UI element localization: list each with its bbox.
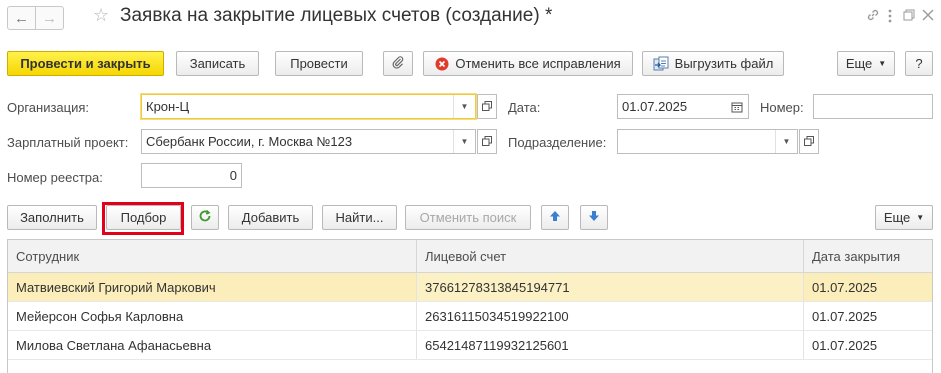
kebab-menu-icon[interactable]	[887, 8, 893, 28]
cell-employee: Мейерсон Софья Карловна	[8, 302, 417, 330]
dropdown-arrow-icon: ▼	[878, 59, 887, 68]
date-field[interactable]: 01.07.2025	[617, 94, 749, 119]
cell-account: 65421487119932125601	[417, 331, 804, 359]
department-label: Подразделение:	[508, 135, 607, 150]
restore-window-icon[interactable]	[903, 8, 915, 25]
open-department-button[interactable]	[799, 129, 819, 154]
table-row[interactable]: Милова Светлана Афанасьевна 654214871199…	[8, 331, 932, 360]
registry-number-field[interactable]: 0	[141, 163, 242, 188]
date-label: Дата:	[508, 100, 541, 115]
move-up-button[interactable]	[541, 205, 569, 230]
salary-project-label: Зарплатный проект:	[7, 135, 129, 150]
link-icon[interactable]	[866, 8, 880, 26]
post-button[interactable]: Провести	[275, 51, 363, 76]
open-window-icon	[804, 134, 814, 149]
department-field[interactable]: ▼	[617, 129, 798, 154]
arrow-right-icon: →	[42, 9, 57, 27]
open-salary-project-button[interactable]	[477, 129, 497, 154]
save-button[interactable]: Записать	[176, 51, 259, 76]
chevron-down-icon[interactable]: ▼	[453, 95, 475, 118]
more-menu-button[interactable]: Еще ▼	[837, 51, 895, 76]
column-header-account[interactable]: Лицевой счет	[417, 240, 804, 272]
salary-project-value: Сбербанк России, г. Москва №123	[146, 134, 353, 149]
cell-close-date: 01.07.2025	[812, 279, 878, 295]
attach-button[interactable]	[383, 51, 413, 76]
organization-label: Организация:	[7, 100, 90, 115]
open-window-icon	[482, 134, 492, 149]
cell-employee: Матвиевский Григорий Маркович	[8, 273, 417, 301]
highlight-frame	[102, 202, 184, 235]
find-button[interactable]: Найти...	[322, 205, 397, 230]
cancel-corrections-label: Отменить все исправления	[455, 56, 621, 71]
cell-account: 26316115034519922100	[417, 302, 804, 330]
column-header-close-date[interactable]: Дата закрытия	[804, 240, 932, 272]
close-icon[interactable]	[922, 8, 934, 25]
cell-close-date: 01.07.2025	[812, 337, 878, 353]
add-button[interactable]: Добавить	[228, 205, 313, 230]
paperclip-icon	[391, 55, 405, 72]
chevron-down-icon[interactable]: ▼	[775, 130, 797, 153]
number-label: Номер:	[760, 100, 804, 115]
star-icon[interactable]: ☆	[93, 5, 109, 26]
table-row[interactable]: Матвиевский Григорий Маркович 3766127831…	[8, 273, 932, 302]
refresh-button[interactable]	[191, 205, 219, 230]
salary-project-field[interactable]: Сбербанк России, г. Москва №123 ▼	[141, 129, 476, 154]
cancel-corrections-button[interactable]: Отменить все исправления	[423, 51, 633, 76]
cell-account: 37661278313845194771	[417, 273, 804, 301]
organization-value: Крон-Ц	[146, 99, 190, 114]
arrow-down-icon	[588, 210, 600, 225]
back-button[interactable]: ←	[7, 6, 36, 30]
help-button[interactable]: ?	[905, 51, 933, 76]
more-label: Еще	[845, 56, 873, 71]
export-file-icon	[653, 56, 669, 72]
post-and-close-button[interactable]: Провести и закрыть	[7, 51, 164, 76]
red-x-circle-icon	[435, 57, 449, 71]
fill-button[interactable]: Заполнить	[7, 205, 97, 230]
arrow-up-icon	[549, 210, 561, 225]
export-file-label: Выгрузить файл	[674, 56, 774, 71]
registry-number-label: Номер реестра:	[7, 170, 103, 185]
arrow-left-icon: ←	[14, 9, 29, 27]
table-more-menu-button[interactable]: Еще ▼	[875, 205, 933, 230]
forward-button[interactable]: →	[35, 6, 64, 30]
table-more-label: Еще	[883, 210, 911, 225]
export-file-button[interactable]: Выгрузить файл	[642, 51, 784, 76]
open-organization-button[interactable]	[477, 94, 497, 119]
employees-table: Сотрудник Лицевой счет Дата закрытия Мат…	[7, 239, 933, 373]
dropdown-arrow-icon: ▼	[916, 213, 925, 222]
table-row[interactable]: Мейерсон Софья Карловна 2631611503451992…	[8, 302, 932, 331]
open-window-icon	[482, 99, 492, 114]
page-title: Заявка на закрытие лицевых счетов (созда…	[120, 5, 553, 26]
chevron-down-icon[interactable]: ▼	[453, 130, 475, 153]
table-header: Сотрудник Лицевой счет Дата закрытия	[8, 240, 932, 273]
registry-number-value: 0	[229, 168, 237, 183]
organization-field[interactable]: Крон-Ц ▼	[141, 94, 476, 119]
cell-close-date: 01.07.2025	[812, 308, 878, 324]
number-field[interactable]	[813, 94, 933, 119]
calendar-icon[interactable]	[726, 95, 748, 118]
cell-employee: Милова Светлана Афанасьевна	[8, 331, 417, 359]
date-value: 01.07.2025	[622, 99, 688, 114]
move-down-button[interactable]	[580, 205, 608, 230]
column-header-employee[interactable]: Сотрудник	[8, 240, 417, 272]
cancel-search-button[interactable]: Отменить поиск	[405, 205, 531, 230]
refresh-icon	[198, 209, 212, 226]
